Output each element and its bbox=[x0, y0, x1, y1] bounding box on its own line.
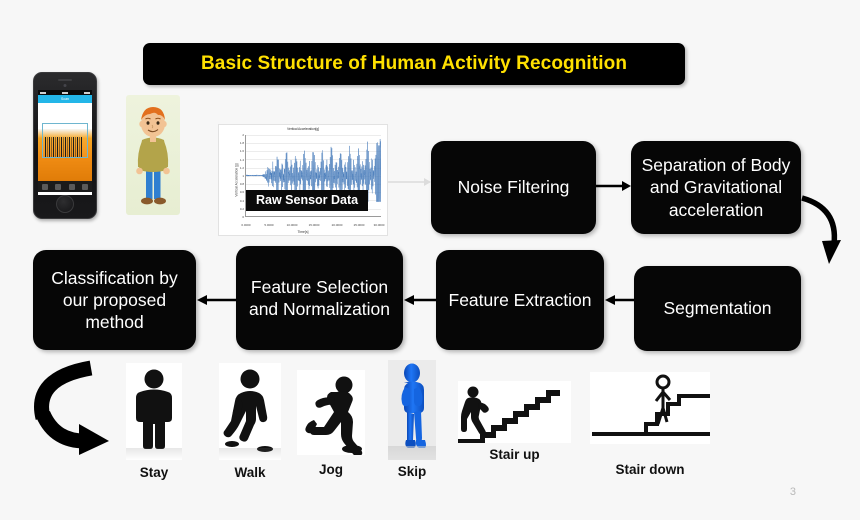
process-box-segmentation[interactable]: Segmentation bbox=[634, 266, 801, 351]
chart-y-tick: 1 bbox=[242, 174, 244, 178]
cartoon-person-svg bbox=[136, 107, 170, 205]
activity-label: Stair up bbox=[489, 447, 540, 462]
chart-x-tick: 10.0000 bbox=[286, 223, 298, 227]
raw-sensor-data-chart: Vertical Acceleration[g] Vertical Accele… bbox=[218, 124, 388, 236]
activity-thumbnail bbox=[590, 372, 710, 444]
activity-thumbnail bbox=[126, 363, 182, 460]
smartphone-illustration: Scan bbox=[33, 72, 97, 219]
arrow-noise-filtering-to-separation bbox=[596, 181, 631, 191]
person-descending-stairs-icon bbox=[592, 374, 710, 436]
arrow-feature-extraction-to-feature-selection bbox=[404, 295, 440, 305]
phone-navbar: Scan bbox=[38, 95, 92, 103]
phone-camera-icon bbox=[63, 84, 67, 87]
chart-x-tick: 15.0000 bbox=[308, 223, 320, 227]
process-box-label: Feature Selection and Normalization bbox=[248, 276, 391, 319]
battery-icon bbox=[84, 91, 90, 94]
cartoon-person-illustration bbox=[126, 95, 180, 215]
signal-icon bbox=[40, 91, 46, 94]
chart-x-tick: 30.0000 bbox=[373, 223, 385, 227]
process-box-feature-selection[interactable]: Feature Selection and Normalization bbox=[236, 246, 403, 350]
phone-home-button bbox=[56, 195, 74, 213]
running-person-silhouette-icon bbox=[305, 376, 363, 455]
clock-icon bbox=[62, 91, 68, 94]
activity-walk: Walk bbox=[219, 363, 281, 480]
page-title: Basic Structure of Human Activity Recogn… bbox=[200, 53, 628, 74]
standing-person-silhouette-icon bbox=[136, 369, 172, 449]
chart-y-tick: 0.2 bbox=[239, 206, 244, 211]
activity-label: Walk bbox=[234, 465, 266, 480]
chart-y-tick: 0 bbox=[242, 215, 244, 219]
chart-x-axis-label: Time[s] bbox=[297, 230, 309, 234]
activity-stair-up: Stair up bbox=[458, 381, 571, 462]
activity-label: Stay bbox=[139, 465, 169, 480]
chart-y-tick: 1.8 bbox=[239, 141, 244, 146]
page-number: 3 bbox=[789, 486, 796, 498]
process-box-separation[interactable]: Separation of Body and Gravitational acc… bbox=[631, 141, 801, 234]
chart-y-axis-label: Vertical Acceleration [g] bbox=[234, 163, 239, 197]
chart-y-tick: 0.6 bbox=[239, 190, 244, 195]
activity-stair-down: Stair down bbox=[590, 372, 710, 477]
chart-y-tick: 2 bbox=[242, 133, 244, 137]
arrow-curve-right-down bbox=[801, 195, 841, 264]
chart-y-tick: 0.8 bbox=[239, 182, 244, 187]
process-box-classification[interactable]: Classification by our proposed method bbox=[33, 250, 196, 350]
activity-label: Stair down bbox=[615, 462, 685, 477]
phone-screen: Scan bbox=[38, 90, 92, 195]
process-box-label: Segmentation bbox=[663, 298, 772, 319]
activity-stay: Stay bbox=[126, 363, 182, 480]
phone-camera-preview bbox=[38, 123, 92, 181]
tab-icon-list bbox=[55, 183, 62, 190]
activity-thumbnail bbox=[458, 381, 571, 443]
activity-thumbnail bbox=[388, 360, 436, 460]
arrow-feature-selection-to-classification bbox=[197, 295, 236, 305]
chart-x-tick: 25.0000 bbox=[353, 223, 365, 227]
chart-title: Vertical Acceleration[g] bbox=[287, 127, 319, 131]
process-box-label: Noise Filtering bbox=[457, 177, 570, 198]
chart-y-tick: 1.2 bbox=[239, 165, 244, 170]
tab-icon-more bbox=[82, 183, 89, 190]
chart-x-tick: 20.0000 bbox=[331, 223, 343, 227]
process-box-noise-filtering[interactable]: Noise Filtering bbox=[431, 141, 596, 234]
skipping-person-3d-icon bbox=[401, 363, 426, 448]
slide-canvas: Basic Structure of Human Activity Recogn… bbox=[0, 0, 860, 520]
activity-label: Skip bbox=[397, 464, 427, 479]
tab-icon-grid bbox=[41, 183, 48, 190]
process-box-feature-extraction[interactable]: Feature Extraction bbox=[436, 250, 604, 350]
activity-label: Jog bbox=[318, 462, 344, 477]
slide-title-banner: Basic Structure of Human Activity Recogn… bbox=[143, 43, 685, 85]
chart-x-tick: 0.0000 bbox=[241, 223, 251, 227]
phone-navbar-title: Scan bbox=[61, 97, 69, 101]
chart-y-tick: 1.6 bbox=[239, 149, 244, 154]
tab-icon-scan bbox=[68, 183, 75, 190]
phone-tab-bar bbox=[38, 181, 92, 192]
arrow-chart-to-noise-filtering bbox=[388, 178, 431, 186]
activity-thumbnail bbox=[219, 363, 281, 460]
activity-jog: Jog bbox=[297, 370, 365, 477]
process-box-label: Separation of Body and Gravitational acc… bbox=[641, 155, 791, 220]
arrow-curve-left-down bbox=[34, 360, 109, 455]
chart-x-tick: 5.0000 bbox=[264, 223, 274, 227]
person-climbing-stairs-icon bbox=[458, 386, 560, 443]
chart-y-tick: 1.4 bbox=[239, 157, 244, 162]
raw-sensor-data-label: Raw Sensor Data bbox=[246, 190, 369, 211]
process-box-label: Classification by our proposed method bbox=[51, 267, 178, 333]
activity-thumbnail bbox=[297, 370, 365, 455]
walking-person-silhouette-icon bbox=[223, 369, 273, 452]
chart-y-tick: 0.4 bbox=[239, 198, 244, 203]
scan-frame-overlay bbox=[42, 123, 88, 158]
phone-speaker bbox=[58, 79, 72, 81]
process-box-label: Feature Extraction bbox=[448, 289, 592, 310]
activity-skip: Skip bbox=[388, 360, 436, 479]
